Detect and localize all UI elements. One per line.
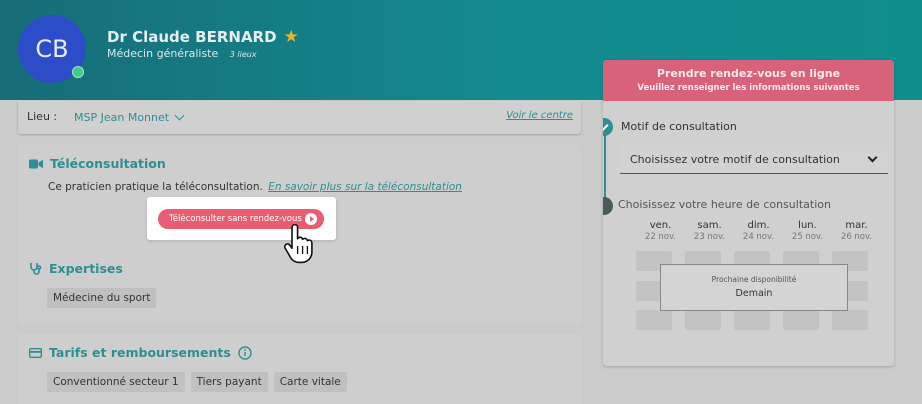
teleconsult-now-label: Téléconsulter sans rendez-vous bbox=[169, 214, 302, 224]
tarifs-list: Conventionné secteur 1 Tiers payant Cart… bbox=[47, 372, 353, 392]
time-slot-placeholder bbox=[783, 310, 819, 330]
day-date: 25 nov. bbox=[791, 232, 824, 242]
star-icon[interactable]: ★ bbox=[284, 27, 299, 47]
places-count: 3 lieux bbox=[229, 50, 257, 59]
doctor-name: Dr Claude BERNARD bbox=[107, 28, 277, 46]
day-column: sam. 23 nov. bbox=[685, 220, 734, 242]
teleconsultation-learn-more-link[interactable]: En savoir plus sur la téléconsultation bbox=[268, 181, 462, 193]
next-availability-button[interactable]: Prochaine disponibilité Demain bbox=[660, 264, 848, 311]
teleconsultation-title-text: Téléconsultation bbox=[50, 156, 166, 171]
next-availability-label: Prochaine disponibilité bbox=[711, 275, 797, 284]
avatar-initials: CB bbox=[35, 35, 69, 63]
booking-title: Prendre rendez-vous en ligne bbox=[656, 67, 841, 80]
chevron-down-icon bbox=[867, 152, 878, 163]
day-date: 22 nov. bbox=[644, 232, 677, 242]
day-name: ven. bbox=[649, 220, 672, 231]
expertises-title: Expertises bbox=[29, 261, 123, 276]
day-name: dim. bbox=[747, 220, 770, 231]
motif-select[interactable]: Choisissez votre motif de consultation bbox=[620, 145, 888, 174]
booking-subtitle: Veuillez renseigner les informations sui… bbox=[637, 83, 860, 93]
day-date: 26 nov. bbox=[840, 232, 873, 242]
booking-panel: Prendre rendez-vous en ligne Veuillez re… bbox=[603, 60, 894, 366]
credit-card-icon bbox=[29, 347, 42, 358]
location-label: Lieu : bbox=[27, 110, 58, 123]
avatar: CB bbox=[18, 15, 86, 83]
doctor-name-row: Dr Claude BERNARD ★ bbox=[107, 27, 299, 47]
day-column: lun. 25 nov. bbox=[783, 220, 832, 242]
time-slot-placeholder bbox=[832, 310, 868, 330]
location-value: MSP Jean Monnet bbox=[74, 111, 170, 124]
check-icon bbox=[603, 121, 609, 131]
expertises-list: Médecine du sport bbox=[47, 288, 162, 308]
video-camera-icon bbox=[29, 159, 43, 169]
day-name: lun. bbox=[798, 220, 817, 231]
tarif-chip: Conventionné secteur 1 bbox=[47, 372, 185, 392]
tarif-chip: Carte vitale bbox=[273, 372, 347, 392]
motif-label: Motif de consultation bbox=[621, 120, 737, 133]
location-select[interactable]: MSP Jean Monnet bbox=[74, 110, 185, 124]
tarifs-title: Tarifs et remboursements bbox=[29, 345, 252, 360]
day-column: mar. 26 nov. bbox=[832, 220, 881, 242]
day-date: 24 nov. bbox=[742, 232, 775, 242]
online-status-dot bbox=[72, 66, 84, 78]
location-bar: Lieu : MSP Jean Monnet Voir le centre bbox=[18, 101, 581, 134]
teleconsultation-title: Téléconsultation bbox=[29, 156, 166, 171]
day-name: sam. bbox=[697, 220, 722, 231]
step-1-indicator bbox=[603, 118, 613, 136]
day-date: 23 nov. bbox=[693, 232, 726, 242]
step-connector bbox=[604, 128, 606, 206]
teleconsultation-description: Ce praticien pratique la téléconsultatio… bbox=[48, 181, 462, 193]
day-column: dim. 24 nov. bbox=[734, 220, 783, 242]
stethoscope-icon bbox=[29, 262, 42, 275]
time-slot-placeholder bbox=[636, 310, 672, 330]
hand-pointer-icon bbox=[283, 223, 315, 270]
expertise-chip: Médecine du sport bbox=[47, 288, 157, 308]
time-label: Choisissez votre heure de consultation bbox=[618, 198, 831, 211]
step-2-indicator bbox=[603, 197, 613, 215]
tarifs-title-text: Tarifs et remboursements bbox=[49, 345, 231, 360]
booking-header: Prendre rendez-vous en ligne Veuillez re… bbox=[603, 60, 894, 101]
doctor-specialty: Médecin généraliste bbox=[107, 47, 219, 60]
chevron-down-icon bbox=[174, 110, 185, 121]
day-headers: ven. 22 nov. sam. 23 nov. dim. 24 nov. lun.… bbox=[636, 220, 881, 242]
day-name: mar. bbox=[845, 220, 868, 231]
teleconsultation-text: Ce praticien pratique la téléconsultatio… bbox=[48, 181, 263, 193]
info-icon[interactable] bbox=[238, 345, 252, 360]
motif-select-value: Choisissez votre motif de consultation bbox=[630, 152, 840, 166]
view-center-link[interactable]: Voir le centre bbox=[506, 110, 573, 121]
time-slot-placeholder bbox=[734, 310, 770, 330]
time-slot-placeholder bbox=[685, 310, 721, 330]
next-availability-value: Demain bbox=[735, 288, 773, 299]
expertises-title-text: Expertises bbox=[49, 261, 123, 276]
tarifs-card: Tarifs et remboursements Conventionné se… bbox=[18, 334, 581, 404]
doctor-specialty-row: Médecin généraliste 3 lieux bbox=[107, 47, 257, 60]
tarif-chip: Tiers payant bbox=[190, 372, 268, 392]
day-column: ven. 22 nov. bbox=[636, 220, 685, 242]
